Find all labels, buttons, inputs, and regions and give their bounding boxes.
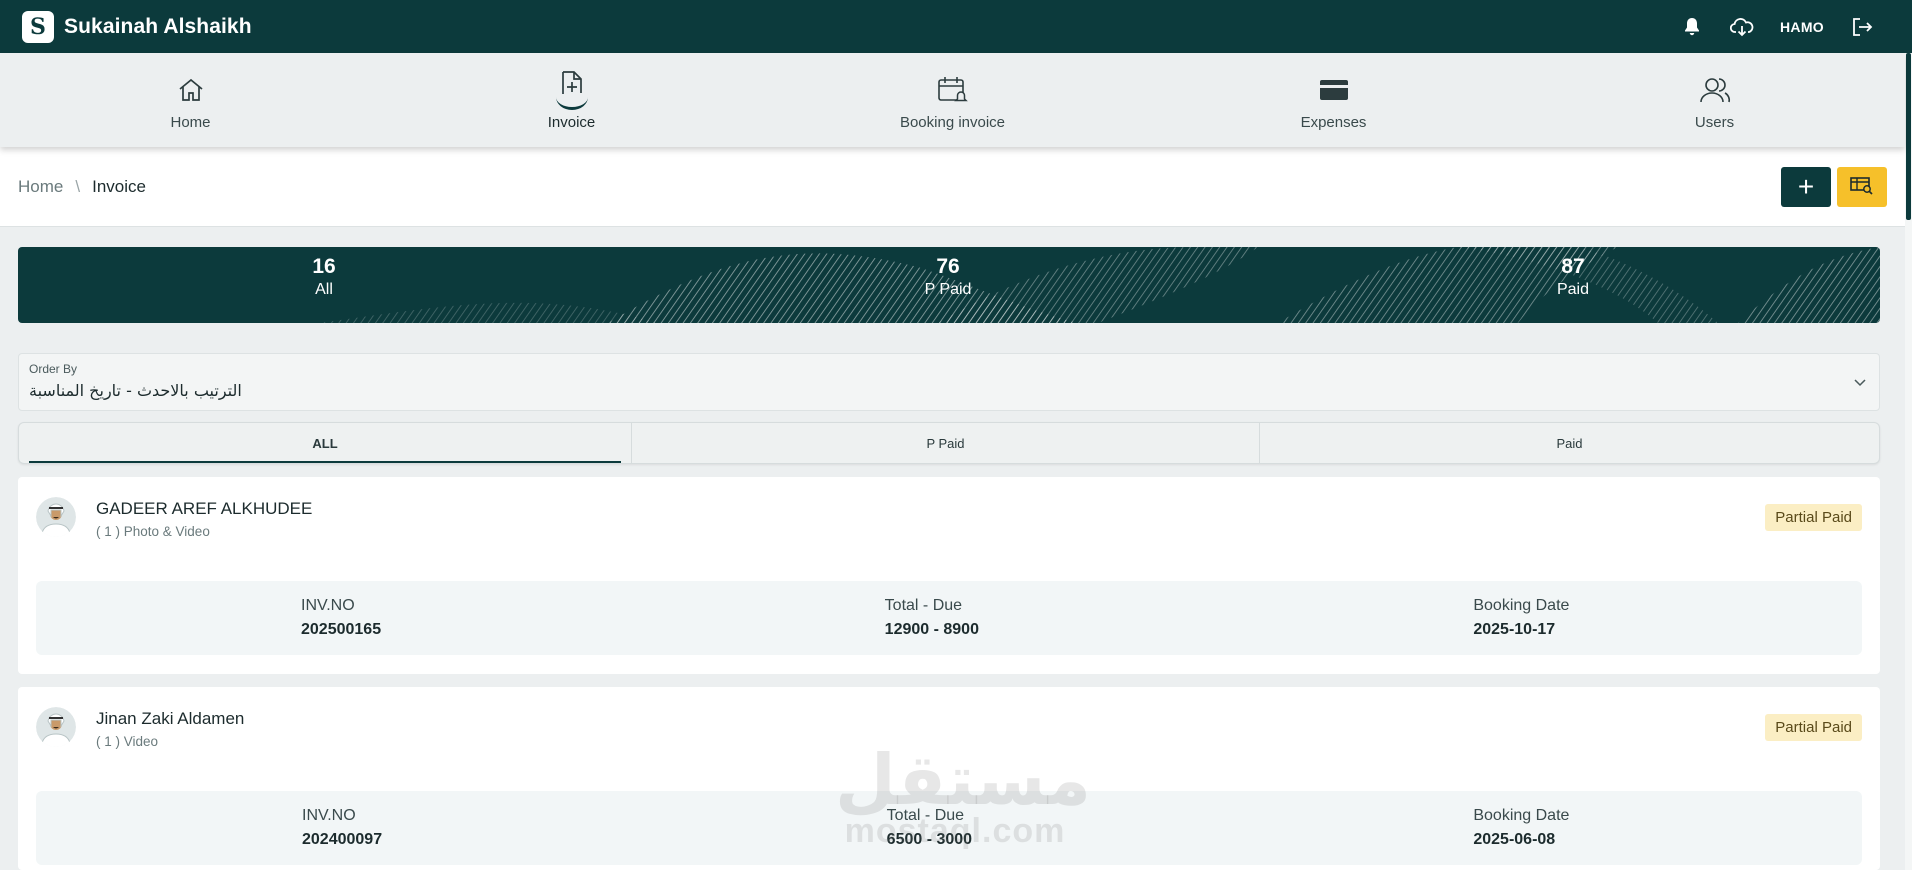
status-badge: Partial Paid (1765, 714, 1862, 741)
page-header: Home \ Invoice + (0, 147, 1905, 227)
chevron-down-icon (1853, 374, 1867, 392)
total-due-label: Total - Due (886, 807, 965, 824)
stats-banner: 16 All 76 P Paid 87 Paid (18, 247, 1880, 323)
logo-letter: S (30, 13, 46, 40)
breadcrumb: Home \ Invoice (18, 177, 146, 197)
nav-item-users[interactable]: Users (1524, 53, 1905, 147)
invoice-card[interactable]: Jinan Zaki Aldamen ( 1 ) Video Partial P… (18, 687, 1880, 870)
inv-no-label: INV.NO (302, 807, 356, 824)
inv-no-value: 202500165 (301, 621, 382, 638)
nav-label: Home (170, 113, 211, 131)
logout-icon[interactable] (1850, 15, 1874, 39)
cloud-download-icon[interactable] (1730, 15, 1754, 39)
invoice-add-icon (552, 70, 592, 110)
stat-label: P Paid (924, 281, 972, 298)
nav-item-expenses[interactable]: Expenses (1143, 53, 1524, 147)
status-tabs: ALL P Paid Paid (18, 422, 1880, 464)
main-navigation: Home Invoice Booking invoice Expenses Us… (0, 53, 1905, 147)
invoice-details: INV.NO 202400097 Total - Due 6500 - 3000… (36, 791, 1862, 865)
stat-value: 16 (312, 255, 336, 278)
booking-date-label: Booking Date (1473, 807, 1570, 824)
customer-info: Jinan Zaki Aldamen ( 1 ) Video (96, 709, 244, 749)
app-title: Sukainah Alshaikh (64, 14, 252, 38)
wallet-card-icon (1318, 70, 1350, 110)
order-by-select[interactable]: Order By الترتيب بالاحدث - تاريخ المناسب… (18, 353, 1880, 411)
total-due-value: 12900 - 8900 (884, 621, 979, 638)
nav-label: Booking invoice (899, 113, 1006, 131)
stat-partial-paid[interactable]: 76 P Paid (848, 255, 1048, 299)
header-actions: + (1781, 166, 1887, 207)
tab-paid[interactable]: Paid (1259, 423, 1879, 463)
booking-date-field: Booking Date 2025-06-08 (1275, 791, 1862, 865)
customer-info: GADEER AREF ALKHUDEE ( 1 ) Photo & Video (96, 499, 312, 539)
inv-no-label: INV.NO (301, 597, 355, 614)
tab-all[interactable]: ALL (19, 423, 631, 463)
booking-date-label: Booking Date (1473, 597, 1570, 614)
avatar (36, 707, 76, 747)
stat-paid[interactable]: 87 Paid (1473, 255, 1673, 299)
plus-icon: + (1797, 170, 1815, 202)
filter-search-button[interactable] (1837, 166, 1887, 207)
customer-name: Jinan Zaki Aldamen (96, 709, 245, 728)
add-invoice-button[interactable]: + (1781, 166, 1831, 207)
total-due-field: Total - Due 6500 - 3000 (691, 791, 1276, 865)
inv-no-field: INV.NO 202500165 (36, 581, 690, 655)
total-due-value: 6500 - 3000 (886, 831, 973, 848)
tab-partial-paid[interactable]: P Paid (631, 423, 1259, 463)
booking-date-field: Booking Date 2025-10-17 (1273, 581, 1862, 655)
users-icon (1698, 70, 1732, 110)
invoice-card[interactable]: GADEER AREF ALKHUDEE ( 1 ) Photo & Video… (18, 477, 1880, 674)
bell-icon[interactable] (1680, 15, 1704, 39)
home-icon (176, 70, 206, 110)
nav-label: Users (1694, 113, 1735, 131)
breadcrumb-home[interactable]: Home (18, 177, 63, 197)
order-by-label: Order By (29, 362, 78, 376)
nav-label: Invoice (547, 113, 596, 131)
customer-name: GADEER AREF ALKHUDEE (96, 499, 313, 518)
status-badge: Partial Paid (1765, 504, 1862, 531)
total-due-label: Total - Due (884, 597, 963, 614)
booking-date-value: 2025-10-17 (1473, 621, 1556, 638)
invoice-details: INV.NO 202500165 Total - Due 12900 - 890… (36, 581, 1862, 655)
nav-item-invoice[interactable]: Invoice (381, 53, 762, 147)
service-summary: ( 1 ) Video (96, 734, 159, 749)
topbar-actions: HAMO (1680, 15, 1890, 39)
inv-no-value: 202400097 (302, 831, 383, 848)
user-name[interactable]: HAMO (1780, 19, 1824, 35)
avatar (36, 497, 76, 537)
app-logo[interactable]: S (22, 10, 54, 43)
nav-item-home[interactable]: Home (0, 53, 381, 147)
stat-label: Paid (1556, 281, 1590, 298)
nav-label: Expenses (1300, 113, 1367, 131)
nav-item-booking-invoice[interactable]: Booking invoice (762, 53, 1143, 147)
scrollbar-thumb[interactable] (1906, 53, 1911, 220)
total-due-field: Total - Due 12900 - 8900 (690, 581, 1274, 655)
stat-all[interactable]: 16 All (224, 255, 424, 299)
service-summary: ( 1 ) Photo & Video (96, 524, 210, 539)
invoice-card-header: GADEER AREF ALKHUDEE ( 1 ) Photo & Video… (36, 477, 1862, 581)
calendar-bell-icon (937, 70, 969, 110)
top-bar: S Sukainah Alshaikh HAMO (0, 0, 1912, 53)
stat-value: 76 (936, 255, 960, 278)
stat-label: All (315, 281, 333, 298)
booking-date-value: 2025-06-08 (1473, 831, 1556, 848)
breadcrumb-separator: \ (75, 176, 81, 196)
invoice-card-header: Jinan Zaki Aldamen ( 1 ) Video Partial P… (36, 687, 1862, 791)
inv-no-field: INV.NO 202400097 (36, 791, 691, 865)
table-search-icon (1850, 175, 1874, 198)
order-by-value: الترتيب بالاحدث - تاريخ المناسبة (29, 381, 242, 400)
stat-value: 87 (1561, 255, 1585, 278)
breadcrumb-current: Invoice (92, 176, 146, 196)
